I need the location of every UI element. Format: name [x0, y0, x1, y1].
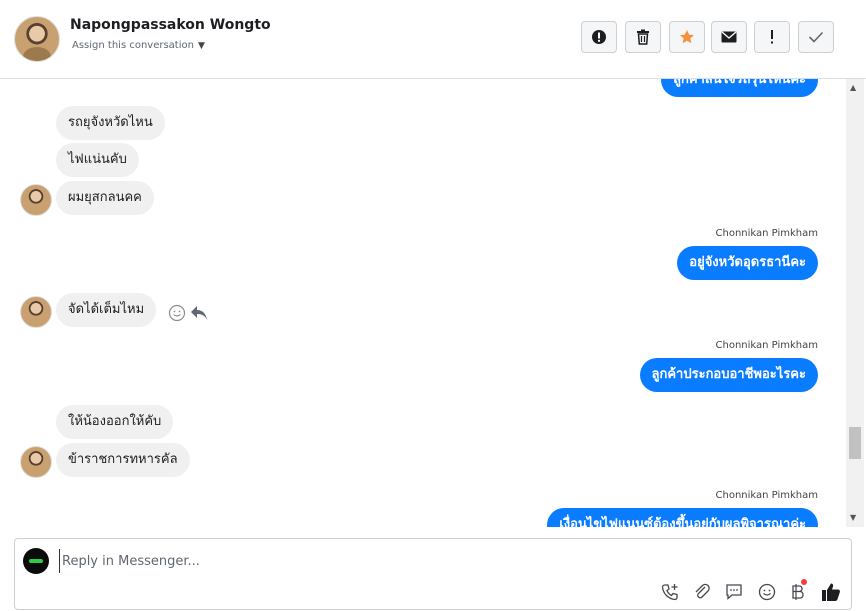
star-icon — [680, 30, 694, 44]
attachment-icon — [695, 583, 710, 599]
phone-plus-icon — [661, 584, 678, 601]
follow-up-button[interactable] — [754, 21, 790, 53]
message-bubble-incoming[interactable]: ผมยุสกลนคค — [56, 181, 154, 215]
payment-baht-icon — [792, 584, 804, 600]
trash-icon — [637, 29, 649, 45]
reply-icon[interactable] — [190, 305, 208, 321]
mark-done-button[interactable] — [798, 21, 834, 53]
reply-input[interactable] — [59, 549, 764, 573]
emoji-icon — [758, 583, 776, 601]
saved-replies-button[interactable] — [723, 581, 745, 603]
react-emoji-icon[interactable] — [168, 304, 186, 322]
message-bubble-incoming[interactable]: รถยุจังหวัดไหน — [56, 106, 165, 140]
scroll-down-icon[interactable]: ▼ — [850, 513, 856, 522]
contact-name[interactable]: Napongpassakon Wongto — [70, 17, 271, 33]
message-bubble-incoming[interactable]: ไฟแน่นคับ — [56, 143, 139, 177]
thumbs-up-icon — [822, 583, 840, 601]
assign-label: Assign this conversation — [72, 40, 194, 51]
check-icon — [808, 31, 824, 43]
message-bubble-incoming[interactable]: ให้น้องออกให้คับ — [56, 405, 174, 439]
delete-button[interactable] — [625, 21, 661, 53]
page-avatar — [23, 548, 49, 574]
exclamation-icon — [771, 30, 773, 44]
scroll-up-icon[interactable]: ▲ — [850, 83, 856, 92]
contact-avatar-small — [20, 184, 52, 216]
thread-scrollbar[interactable]: ▲ ▼ — [846, 79, 864, 527]
payment-button[interactable] — [787, 579, 809, 603]
contact-avatar-small — [20, 296, 52, 328]
sender-name: Chonnikan Pimkham — [715, 228, 818, 239]
sender-name: Chonnikan Pimkham — [715, 490, 818, 501]
message-bubble-incoming[interactable]: ข้าราชการทหารคัล — [56, 443, 190, 477]
notification-dot — [801, 579, 807, 585]
mail-icon — [721, 31, 737, 43]
message-bubble-outgoing[interactable]: ลูกค้าประกอบอาชีพอะไรคะ — [639, 358, 818, 392]
spam-button[interactable] — [581, 21, 617, 53]
emoji-button[interactable] — [756, 581, 778, 603]
message-thread[interactable]: ลูกค้าสนใจรถรุ่นไหนคะ รถยุจังหวัดไหน ไฟแ… — [4, 79, 846, 527]
reply-composer — [14, 538, 852, 610]
conversation-header: Napongpassakon Wongto Assign this conver… — [0, 0, 866, 79]
caret-down-icon: ▼ — [197, 41, 205, 51]
call-button[interactable] — [659, 581, 681, 603]
scrollbar-thumb[interactable] — [849, 427, 861, 459]
attach-button[interactable] — [691, 581, 713, 603]
saved-reply-icon — [726, 584, 742, 600]
like-button[interactable] — [820, 581, 842, 603]
spam-icon — [592, 30, 606, 44]
assign-conversation-dropdown[interactable]: Assign this conversation ▼ — [72, 40, 205, 51]
mark-unread-button[interactable] — [711, 21, 747, 53]
message-bubble-outgoing[interactable]: เงื่อนไขไฟแนนซ์ต้องขึ้นอยู่กับผลพิจารณาค… — [547, 508, 818, 527]
message-bubble-incoming[interactable]: จัดได้เต็มไหม — [56, 293, 157, 327]
sender-name: Chonnikan Pimkham — [715, 340, 818, 351]
contact-avatar[interactable] — [14, 16, 60, 62]
message-bubble-outgoing[interactable]: อยู่จังหวัดอุดรธานีคะ — [677, 246, 818, 280]
contact-avatar-small — [20, 446, 52, 478]
star-button[interactable] — [669, 21, 705, 53]
message-bubble-outgoing[interactable]: ลูกค้าสนใจรถรุ่นไหนคะ — [660, 79, 818, 97]
